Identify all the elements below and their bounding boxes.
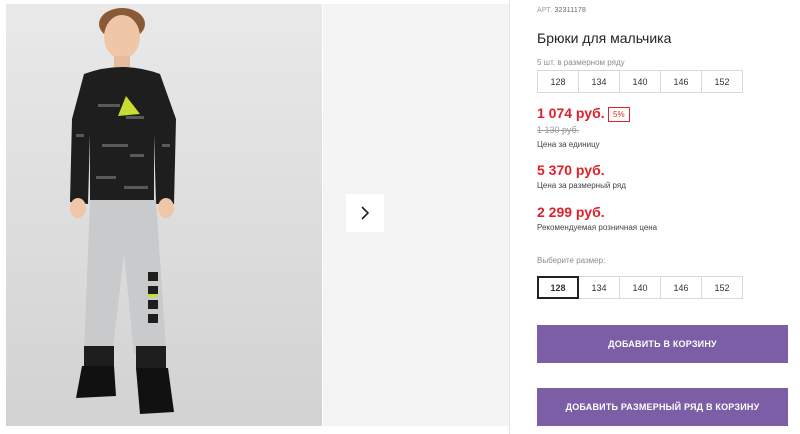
unit-price: 1 074 руб. <box>537 105 605 121</box>
article-label: АРТ. <box>537 7 553 14</box>
pack-size-cell: 140 <box>619 70 661 93</box>
discount-badge: 5% <box>608 107 630 122</box>
add-to-cart-button[interactable]: ДОБАВИТЬ В КОРЗИНУ <box>537 325 788 363</box>
pack-size-cell: 128 <box>537 70 579 93</box>
pack-size-row: 128 134 140 146 152 <box>537 70 743 93</box>
recommended-retail-price: 2 299 руб. <box>537 204 605 220</box>
next-image-button[interactable] <box>346 194 384 232</box>
size-option-134[interactable]: 134 <box>578 276 620 299</box>
chevron-right-icon <box>361 206 370 220</box>
size-option-140[interactable]: 140 <box>619 276 661 299</box>
add-size-set-to-cart-button[interactable]: ДОБАВИТЬ РАЗМЕРНЫЙ РЯД В КОРЗИНУ <box>537 388 788 426</box>
product-title: Брюки для мальчика <box>537 30 672 46</box>
set-price-caption: Цена за размерный ряд <box>537 181 626 190</box>
boy-in-pants-illustration <box>6 4 322 426</box>
article-value: 32311178 <box>554 7 587 14</box>
article-number: АРТ. 32311178 <box>537 7 586 14</box>
recommended-price-caption: Рекомендуемая розничная цена <box>537 223 658 232</box>
set-price: 5 370 руб. <box>537 162 605 178</box>
unit-price-caption: Цена за единицу <box>537 140 600 149</box>
size-selector: 128 134 140 146 152 <box>537 276 743 299</box>
size-option-128[interactable]: 128 <box>537 276 579 299</box>
old-price: 1 130 руб. <box>537 125 580 135</box>
size-option-152[interactable]: 152 <box>701 276 743 299</box>
size-selector-label: Выберите размер: <box>537 256 606 265</box>
product-photo[interactable] <box>6 4 322 426</box>
pack-size-cell: 152 <box>701 70 743 93</box>
product-gallery <box>0 0 510 434</box>
pack-size-hint: 5 шт. в размерном ряду <box>537 58 625 67</box>
pack-size-cell: 146 <box>660 70 702 93</box>
panel-divider <box>509 0 510 434</box>
size-option-146[interactable]: 146 <box>660 276 702 299</box>
pack-size-cell: 134 <box>578 70 620 93</box>
